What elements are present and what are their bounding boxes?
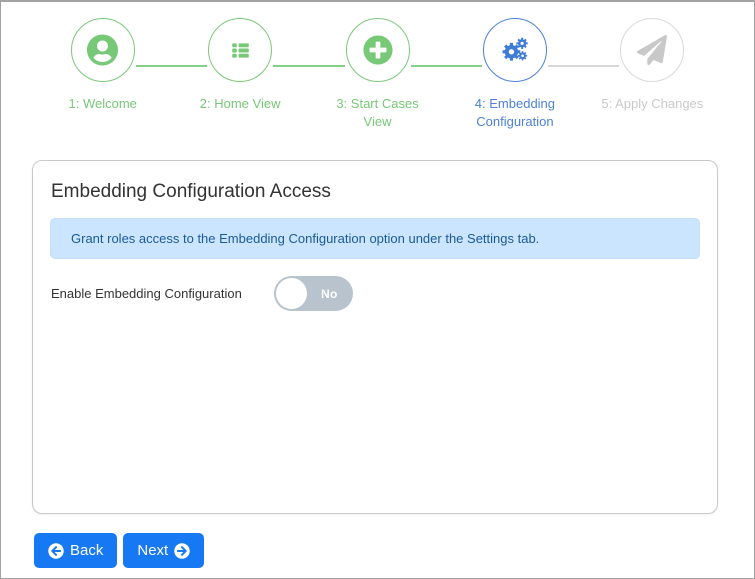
step-welcome-label: 1: Welcome bbox=[68, 96, 137, 111]
enable-embedding-label: Enable Embedding Configuration bbox=[51, 286, 242, 301]
user-circle-icon bbox=[87, 34, 119, 66]
step-welcome-circle[interactable] bbox=[70, 18, 135, 82]
next-button-label: Next bbox=[137, 542, 169, 559]
back-button-label: Back bbox=[70, 542, 104, 559]
step-connector bbox=[547, 65, 620, 67]
step-home-view: 2: Home View bbox=[135, 18, 308, 131]
back-button[interactable]: Back bbox=[34, 533, 118, 568]
step-start-cases: 3: Start Cases View bbox=[273, 18, 446, 131]
step-apply-changes-circle[interactable] bbox=[620, 18, 685, 82]
arrow-circle-right-icon bbox=[174, 542, 190, 559]
step-connector bbox=[273, 65, 345, 67]
step-embedding-config-label: 4: Embedding Configuration bbox=[474, 96, 556, 129]
info-alert: Grant roles access to the Embedding Conf… bbox=[50, 218, 700, 259]
paper-plane-icon bbox=[637, 35, 668, 65]
step-start-cases-circle[interactable] bbox=[345, 18, 410, 82]
wizard-stepper: 1: Welcome 2: Home View 3: Start Cases V… bbox=[34, 18, 721, 131]
arrow-circle-left-icon bbox=[48, 542, 64, 559]
list-icon bbox=[227, 37, 254, 64]
embedding-config-card: Embedding Configuration Access Grant rol… bbox=[32, 160, 718, 514]
plus-circle-icon bbox=[362, 35, 393, 65]
step-home-view-circle[interactable] bbox=[208, 18, 273, 82]
next-button[interactable]: Next bbox=[123, 533, 205, 568]
step-welcome: 1: Welcome bbox=[34, 18, 171, 131]
gears-icon bbox=[499, 34, 531, 66]
step-connector bbox=[135, 65, 208, 67]
step-embedding-config: 4: Embedding Configuration bbox=[410, 18, 583, 131]
enable-embedding-toggle[interactable]: No bbox=[274, 276, 353, 311]
step-home-view-label: 2: Home View bbox=[199, 96, 281, 111]
toggle-state-label: No bbox=[321, 286, 338, 301]
step-embedding-config-circle[interactable] bbox=[482, 18, 547, 82]
enable-embedding-row: Enable Embedding Configuration No bbox=[50, 276, 700, 311]
toggle-knob bbox=[276, 278, 307, 309]
step-apply-changes-label: 5: Apply Changes bbox=[601, 96, 704, 111]
wizard-footer: Back Next bbox=[34, 533, 721, 568]
card-title: Embedding Configuration Access bbox=[51, 181, 331, 202]
step-start-cases-label: 3: Start Cases View bbox=[336, 96, 419, 129]
wizard-page: 1: Welcome 2: Home View 3: Start Cases V… bbox=[0, 0, 755, 579]
step-apply-changes: 5: Apply Changes bbox=[547, 18, 721, 131]
step-connector bbox=[410, 65, 482, 67]
